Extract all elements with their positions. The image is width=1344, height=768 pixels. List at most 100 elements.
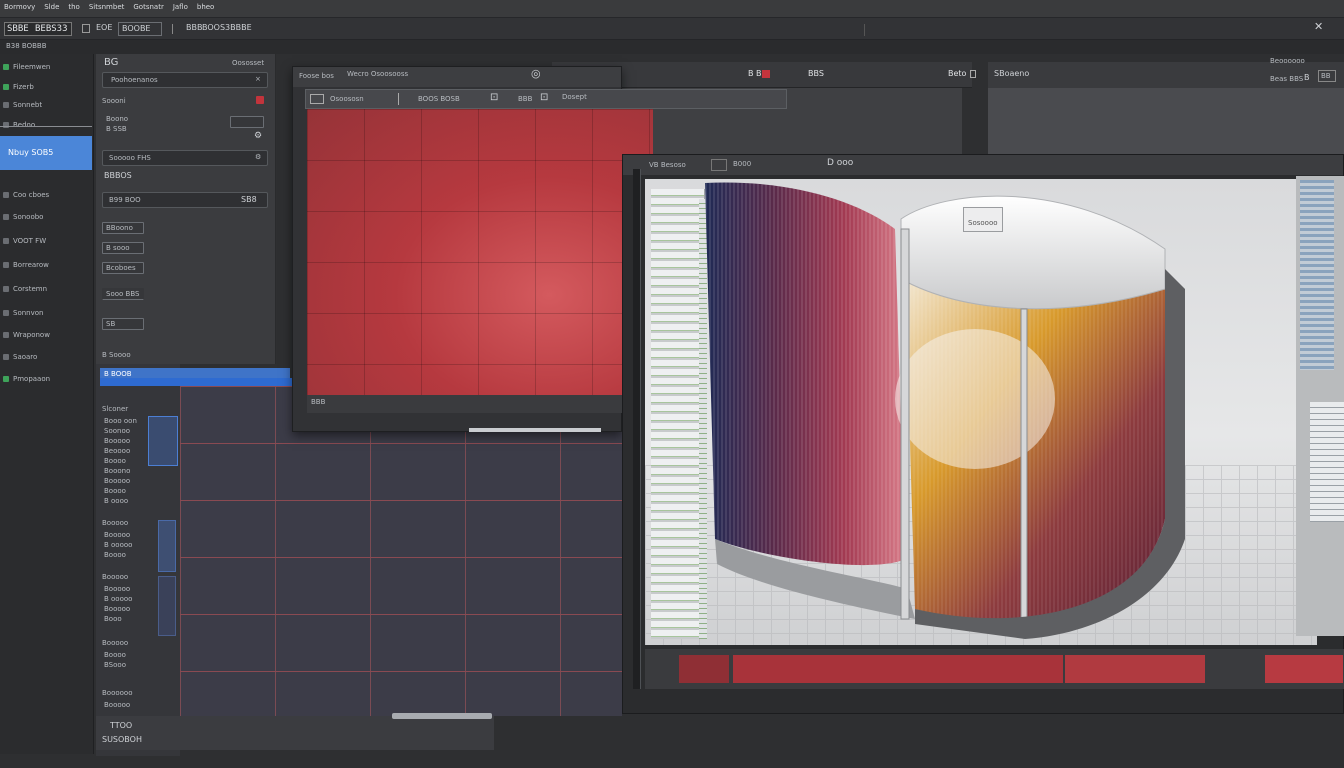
list-item[interactable]: Booo oon [104,418,137,425]
toolbar-label-1[interactable]: B B [748,70,762,78]
record-icon[interactable] [762,70,770,78]
list-item[interactable]: Booono [104,468,130,475]
list-item[interactable]: Boooo [104,552,126,559]
list-item[interactable]: Soonoo [104,428,130,435]
sidebar-item-3[interactable]: Sonnebt [0,96,92,114]
sidebar-item-11[interactable]: Sonnvon [0,304,92,322]
field-input[interactable]: BOOBE [118,22,162,36]
vertical-scrollbar[interactable] [633,169,641,689]
sidebar-item-13[interactable]: Saoaro [0,348,92,366]
sidebar-item-6[interactable]: Coo cboes [0,186,92,204]
menu-item-1[interactable]: Bormovy [4,4,35,11]
preview-tool-a[interactable]: Osoososn [330,96,364,103]
timeline-clip[interactable] [733,655,1063,683]
inspector-button[interactable]: BB [1318,70,1336,82]
list-item[interactable]: Booooo [102,574,128,581]
list-item[interactable]: Beoooo [104,448,130,455]
checkbox-icon[interactable] [82,24,90,33]
toggle-icon[interactable] [970,70,976,78]
sidebar-item-2[interactable]: Fizerb [0,78,92,96]
sidebar-item-7[interactable]: Sonoobo [0,208,92,226]
viewport-window: VB Besoso B000 D ooo Sosoooo [622,154,1344,714]
timeline-grid[interactable] [180,386,622,716]
toolbar-label-3[interactable]: Beto [948,70,966,78]
toolbar-label-2[interactable]: BBS [808,70,824,78]
menu-item-7[interactable]: bheo [197,4,214,11]
sidebar-item-active[interactable]: Nbuy SOB5 [0,136,92,170]
3d-viewport-canvas[interactable]: Sosoooo [645,179,1317,645]
sidebar-item-14[interactable]: Pmopaaon [0,370,92,388]
sidebar-item-1[interactable]: Fileemwen [0,58,92,76]
menu-item-3[interactable]: tho [68,4,79,11]
scroll-thumb[interactable] [158,520,176,572]
layer-icon [3,262,9,268]
list-item[interactable]: B ooooo [104,596,132,603]
horizontal-scrollbar[interactable] [469,428,601,432]
option-box-4[interactable]: Sooo BBS [102,288,144,300]
toggle-button[interactable] [230,116,264,128]
viewport-dropdown[interactable] [711,159,727,171]
settings-icon[interactable]: ⚙ [255,154,261,161]
preview-tool-d[interactable]: Dosept [562,94,587,101]
menu-item-5[interactable]: Gotsnatr [133,4,163,11]
refresh-icon[interactable]: ◎ [531,68,541,79]
mode-value[interactable]: BOOS3BBBE [202,24,252,32]
list-item[interactable]: B ooooo [104,542,132,549]
preview-tool-c[interactable]: BBB [518,96,532,103]
close-icon[interactable]: × [255,76,261,83]
property-field-2[interactable]: Sooooo FHS ⚙ [102,150,268,166]
list-item[interactable]: Booooo [104,586,130,593]
list-item[interactable]: Booooo [104,532,130,539]
option-box-5[interactable]: SB [102,318,144,330]
layer-icon [3,376,9,382]
panel-header-right: Oososset [232,59,265,67]
title-field[interactable]: Poohoenanos × [102,72,268,88]
sidebar: Fileemwen Fizerb Sonnebt Bedoo Nbuy SOB5… [0,54,94,754]
sidebar-item-12[interactable]: Wraponow [0,326,92,344]
horizontal-scrollbar[interactable] [392,713,492,719]
viewport-field[interactable]: B000 [733,161,751,168]
scroll-thumb[interactable] [148,416,178,466]
option-box-2[interactable]: B sooo [102,242,144,254]
list-item[interactable]: Booooo [102,520,128,527]
list-item[interactable]: Booo [104,616,122,623]
preview-tool-b[interactable]: BOOS BOSB [418,96,460,103]
timeline-clip[interactable] [679,655,729,683]
list-item[interactable]: Booooo [102,640,128,647]
list-item[interactable]: Booooo [104,438,130,445]
preview-window: Foose bos Wecro Osoosooss ◎ Osoososn BOO… [292,66,787,432]
inspector-label-b[interactable]: B [1304,74,1310,82]
sidebar-item-9[interactable]: Borrearow [0,256,92,274]
document-selector[interactable]: SBBE BEBS33 [4,22,72,36]
property-field-3[interactable]: B99 BOO SB8 [102,192,268,208]
settings-icon[interactable]: ⚙ [254,132,262,141]
timeline-clip[interactable] [1265,655,1343,683]
viewport-timeline[interactable] [645,649,1344,689]
list-item[interactable]: Slconer [102,406,128,413]
list-item[interactable]: Boooo [104,652,126,659]
menu-item-6[interactable]: Jaflo [173,4,188,11]
list-item[interactable]: Boooo [104,488,126,495]
menu-item-4[interactable]: Sitsnmbet [89,4,125,11]
option-box-1[interactable]: BBoono [102,222,144,234]
list-item[interactable]: BSooo [104,662,126,669]
frame-icon[interactable] [310,94,324,104]
list-item[interactable]: B oooo [104,498,128,505]
sidebar-item-10[interactable]: Corstemn [0,280,92,298]
grid-icon[interactable]: ⊡ [540,93,548,103]
scroll-thumb[interactable] [158,576,176,636]
list-item[interactable]: Booooo [104,702,130,709]
list-item[interactable]: Boooo [104,458,126,465]
list-item[interactable]: Booooo [104,606,130,613]
option-box-3[interactable]: Bcoboes [102,262,144,274]
sidebar-item-8[interactable]: VOOT FW [0,232,92,250]
grid-icon[interactable]: ⊡ [490,93,498,103]
color-swatch-icon[interactable] [256,96,264,104]
list-item[interactable]: Boooooo [102,690,133,697]
sidebar-item-4[interactable]: Bedoo [0,116,92,134]
list-item[interactable]: Booooo [104,478,130,485]
timeline-clip[interactable] [1065,655,1205,683]
menu-item-2[interactable]: Slde [44,4,59,11]
close-icon[interactable]: ✕ [1314,21,1323,32]
red-preview-canvas[interactable] [307,109,653,395]
